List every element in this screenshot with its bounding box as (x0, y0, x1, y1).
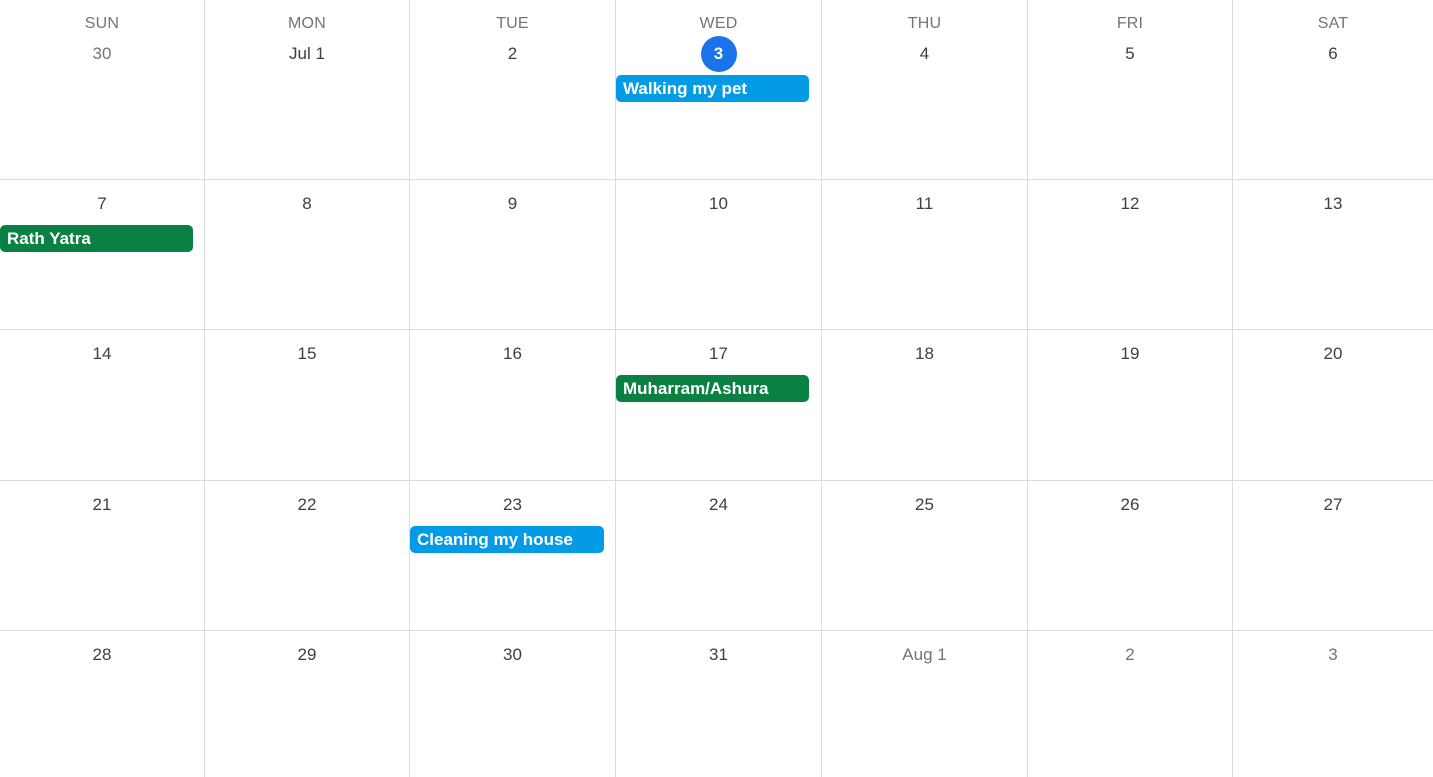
day-number[interactable]: 4 (822, 44, 1027, 64)
day-cell[interactable]: MON Jul 1 (205, 0, 410, 179)
day-number[interactable]: 13 (1233, 194, 1433, 214)
day-number[interactable]: 6 (1233, 44, 1433, 64)
day-number[interactable]: 2 (410, 44, 615, 64)
day-number[interactable]: 25 (822, 495, 1027, 515)
day-number[interactable]: 24 (616, 495, 821, 515)
day-cell[interactable]: 27 (1233, 481, 1433, 630)
today-badge: 3 (700, 36, 737, 72)
day-number[interactable]: 26 (1028, 495, 1232, 515)
weekday-label: SUN (84, 15, 120, 32)
week-row: SUN 30 MON Jul 1 TUE 2 WED 3 Walking my … (0, 0, 1433, 180)
day-cell[interactable]: 8 (205, 180, 410, 329)
day-number[interactable]: 8 (205, 194, 409, 214)
month-grid: SUN 30 MON Jul 1 TUE 2 WED 3 Walking my … (0, 0, 1433, 777)
day-number[interactable]: 7 (0, 194, 204, 214)
today-day-number[interactable]: 3 (616, 36, 821, 72)
day-number[interactable]: 29 (205, 645, 409, 665)
day-cell[interactable]: FRI 5 (1028, 0, 1233, 179)
event-chip[interactable]: Walking my pet (616, 75, 809, 102)
day-number[interactable]: Aug 1 (822, 645, 1027, 665)
day-number[interactable]: 5 (1028, 44, 1232, 64)
day-number[interactable]: 16 (410, 344, 615, 364)
weekday-label: MON (288, 15, 326, 32)
day-cell[interactable]: 14 (0, 330, 205, 480)
weekday-label: THU (907, 15, 942, 32)
day-cell[interactable]: 15 (205, 330, 410, 480)
event-chip[interactable]: Cleaning my house (410, 526, 604, 553)
day-number[interactable]: 22 (205, 495, 409, 515)
day-number[interactable]: 27 (1233, 495, 1433, 515)
day-number[interactable]: 19 (1028, 344, 1232, 364)
weekday-label: FRI (1116, 15, 1144, 32)
day-cell[interactable]: SUN 30 (0, 0, 205, 179)
day-cell[interactable]: 25 (822, 481, 1028, 630)
day-cell[interactable]: 26 (1028, 481, 1233, 630)
day-number[interactable]: 17 (616, 344, 821, 364)
day-number[interactable]: 11 (822, 194, 1027, 214)
day-number[interactable]: 23 (410, 495, 615, 515)
day-number[interactable]: 28 (0, 645, 204, 665)
day-number[interactable]: 21 (0, 495, 204, 515)
day-cell[interactable]: 9 (410, 180, 616, 329)
day-number[interactable]: 14 (0, 344, 204, 364)
week-row: 14 15 16 17 Muharram/Ashura 18 19 20 (0, 330, 1433, 481)
day-cell[interactable]: 3 (1233, 631, 1433, 777)
week-row: 28 29 30 31 Aug 1 2 3 (0, 631, 1433, 777)
day-number[interactable]: 20 (1233, 344, 1433, 364)
day-cell[interactable]: SAT 6 (1233, 0, 1433, 179)
day-number[interactable]: 9 (410, 194, 615, 214)
day-cell[interactable]: 12 (1028, 180, 1233, 329)
day-cell[interactable]: 16 (410, 330, 616, 480)
weekday-label: SAT (1317, 15, 1349, 32)
day-cell[interactable]: 11 (822, 180, 1028, 329)
day-number[interactable]: 2 (1028, 645, 1232, 665)
week-row: 21 22 23 Cleaning my house 24 25 26 27 (0, 481, 1433, 631)
day-cell[interactable]: TUE 2 (410, 0, 616, 179)
day-cell[interactable]: 13 (1233, 180, 1433, 329)
day-number[interactable]: 18 (822, 344, 1027, 364)
day-cell[interactable]: 24 (616, 481, 822, 630)
day-number[interactable]: Jul 1 (205, 44, 409, 64)
week-row: 7 Rath Yatra 8 9 10 11 12 13 (0, 180, 1433, 330)
day-cell[interactable]: THU 4 (822, 0, 1028, 179)
event-chip[interactable]: Muharram/Ashura (616, 375, 809, 402)
day-number[interactable]: 30 (0, 44, 204, 64)
day-cell[interactable]: 29 (205, 631, 410, 777)
day-cell[interactable]: 19 (1028, 330, 1233, 480)
day-cell[interactable]: Aug 1 (822, 631, 1028, 777)
event-chip[interactable]: Rath Yatra (0, 225, 193, 252)
day-number[interactable]: 30 (410, 645, 615, 665)
day-cell[interactable]: 10 (616, 180, 822, 329)
day-number[interactable]: 31 (616, 645, 821, 665)
day-number[interactable]: 15 (205, 344, 409, 364)
day-cell[interactable]: 31 (616, 631, 822, 777)
day-cell[interactable]: 2 (1028, 631, 1233, 777)
day-cell[interactable]: 18 (822, 330, 1028, 480)
weekday-label: WED (699, 15, 738, 32)
day-cell[interactable]: 28 (0, 631, 205, 777)
day-cell-today[interactable]: WED 3 Walking my pet (616, 0, 822, 179)
day-cell[interactable]: 21 (0, 481, 205, 630)
day-cell[interactable]: 30 (410, 631, 616, 777)
day-number[interactable]: 12 (1028, 194, 1232, 214)
day-cell[interactable]: 20 (1233, 330, 1433, 480)
weekday-label: TUE (496, 15, 529, 32)
day-cell[interactable]: 23 Cleaning my house (410, 481, 616, 630)
day-number[interactable]: 3 (1233, 645, 1433, 665)
day-number[interactable]: 10 (616, 194, 821, 214)
day-cell[interactable]: 22 (205, 481, 410, 630)
day-cell[interactable]: 7 Rath Yatra (0, 180, 205, 329)
day-cell[interactable]: 17 Muharram/Ashura (616, 330, 822, 480)
